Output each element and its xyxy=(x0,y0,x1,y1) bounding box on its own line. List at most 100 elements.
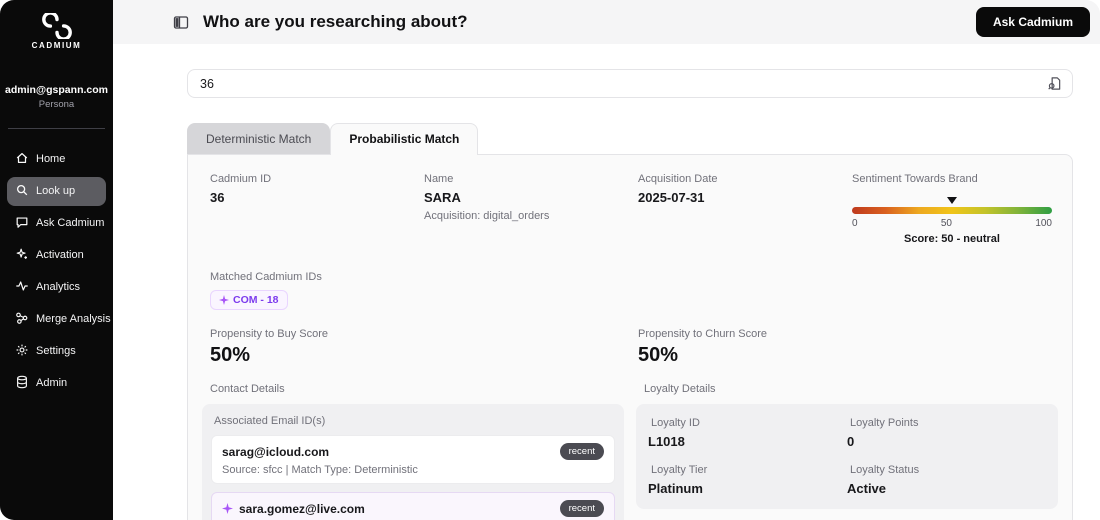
sidebar-item-label: Activation xyxy=(36,249,84,261)
page-title: Who are you researching about? xyxy=(203,12,468,31)
matched-ids-section: Matched Cadmium IDs COM - 18 xyxy=(202,271,1058,310)
tab-deterministic-match[interactable]: Deterministic Match xyxy=(187,123,331,154)
file-search-icon[interactable] xyxy=(1047,76,1062,91)
sidebar-item-label: Ask Cadmium xyxy=(36,217,105,229)
tick-max: 100 xyxy=(1035,218,1052,229)
network-icon xyxy=(15,311,29,328)
sidebar-item-label: Admin xyxy=(36,377,68,389)
field-label: Propensity to Buy Score xyxy=(210,328,329,340)
loyalty-status-field: Loyalty Status Active xyxy=(847,464,1046,496)
sidebar-item-label: Home xyxy=(36,153,66,165)
field-label: Name xyxy=(424,173,454,185)
field-label: Loyalty ID xyxy=(651,417,700,429)
field-label: Loyalty Tier xyxy=(651,464,708,476)
match-tabs: Deterministic Match Probabilistic Match xyxy=(187,123,1073,155)
app-window: CADMIUM admin@gspann.com Persona Home Lo… xyxy=(0,0,1100,520)
brand-name: CADMIUM xyxy=(31,41,82,50)
sparkles-icon xyxy=(15,247,29,264)
sidebar-item-settings[interactable]: Settings xyxy=(7,337,106,366)
contact-details-column: Contact Details Associated Email ID(s) s… xyxy=(202,383,624,520)
loyalty-points-field: Loyalty Points 0 xyxy=(847,417,1046,449)
matched-id-badge[interactable]: COM - 18 xyxy=(210,290,288,310)
propensity-churn-field: Propensity to Churn Score 50% xyxy=(630,328,1058,367)
sidebar-item-ask-cadmium[interactable]: Ask Cadmium xyxy=(7,209,106,238)
sentiment-score-text: Score: 50 - neutral xyxy=(904,233,1000,245)
header: Who are you researching about? Ask Cadmi… xyxy=(113,0,1100,44)
user-role: Persona xyxy=(38,99,75,110)
loyalty-column: Loyalty Details Loyalty ID L1018 Loyalty… xyxy=(636,383,1058,520)
tick-min: 0 xyxy=(852,218,858,229)
sidebar-divider xyxy=(8,128,105,129)
sentiment-gradient-bar xyxy=(852,207,1052,214)
field-label: Sentiment Towards Brand xyxy=(852,173,978,185)
email-entry[interactable]: sarag@icloud.com recent Source: sfcc | M… xyxy=(211,435,615,484)
field-value: 36 xyxy=(210,190,225,205)
cadmium-logo-icon xyxy=(0,13,113,39)
email-address: sara.gomez@live.com xyxy=(239,501,365,516)
sidebar-item-label: Merge Analysis xyxy=(36,313,111,325)
search-box xyxy=(187,69,1073,98)
sidebar: CADMIUM admin@gspann.com Persona Home Lo… xyxy=(0,0,113,520)
tick-mid: 50 xyxy=(940,218,952,229)
match-panel: Cadmium ID 36 Name SARA Acquisition: dig… xyxy=(187,154,1073,520)
sidebar-item-label: Analytics xyxy=(36,281,81,293)
field-value: 50% xyxy=(638,344,679,366)
sentiment-ticks: 0 50 100 xyxy=(852,218,1052,229)
field-label: Loyalty Status xyxy=(850,464,920,476)
field-value: 50% xyxy=(210,344,251,366)
sidebar-item-admin[interactable]: Admin xyxy=(7,369,106,398)
recent-badge: recent xyxy=(559,443,604,460)
loyalty-details-card: Loyalty ID L1018 Loyalty Points 0 Loyalt… xyxy=(636,404,1058,509)
main-area: Who are you researching about? Ask Cadmi… xyxy=(113,0,1100,520)
search-input[interactable] xyxy=(200,76,1047,91)
sidebar-item-label: Settings xyxy=(36,345,76,357)
home-icon xyxy=(15,151,29,168)
tab-probabilistic-match[interactable]: Probabilistic Match xyxy=(330,123,479,155)
sidebar-item-home[interactable]: Home xyxy=(7,145,106,174)
field-value: SARA xyxy=(424,190,461,205)
sparkle-icon xyxy=(219,295,229,305)
contact-details-heading: Contact Details xyxy=(210,383,285,395)
email-address: sarag@icloud.com xyxy=(222,444,330,459)
field-value: L1018 xyxy=(648,434,685,449)
profile-summary-row: Cadmium ID 36 Name SARA Acquisition: dig… xyxy=(202,173,1058,245)
acquisition-source: Acquisition: digital_orders xyxy=(424,210,550,222)
ask-cadmium-button[interactable]: Ask Cadmium xyxy=(975,7,1090,37)
emails-label: Associated Email ID(s) xyxy=(214,415,326,427)
cadmium-id-field: Cadmium ID 36 xyxy=(202,173,416,245)
user-info: admin@gspann.com Persona xyxy=(0,84,113,110)
sentiment-marker xyxy=(947,197,957,204)
field-value: Platinum xyxy=(648,481,703,496)
gear-icon xyxy=(15,343,29,360)
brand-logo: CADMIUM xyxy=(0,0,113,50)
sidebar-item-label: Look up xyxy=(36,185,76,197)
sidebar-nav: Home Look up Ask Cadmium Activation Anal… xyxy=(0,143,113,399)
loyalty-details-heading: Loyalty Details xyxy=(644,383,716,395)
matched-ids-label: Matched Cadmium IDs xyxy=(210,271,322,283)
sidebar-toggle-icon[interactable] xyxy=(173,15,189,30)
chat-icon xyxy=(15,215,29,232)
sparkle-icon xyxy=(222,503,233,514)
email-entry[interactable]: sara.gomez@live.com recent Source: digit… xyxy=(211,492,615,520)
contact-details-card: Associated Email ID(s) sarag@icloud.com … xyxy=(202,404,624,520)
sidebar-item-activation[interactable]: Activation xyxy=(7,241,106,270)
user-email: admin@gspann.com xyxy=(4,84,108,96)
sidebar-item-merge-analysis[interactable]: Merge Analysis xyxy=(7,305,111,334)
detail-sections: Contact Details Associated Email ID(s) s… xyxy=(202,383,1058,520)
sidebar-item-analytics[interactable]: Analytics xyxy=(7,273,106,302)
content: Deterministic Match Probabilistic Match … xyxy=(113,44,1100,520)
field-label: Propensity to Churn Score xyxy=(638,328,768,340)
acquisition-date-field: Acquisition Date 2025-07-31 xyxy=(630,173,844,245)
field-value: 2025-07-31 xyxy=(638,190,705,205)
loyalty-tier-field: Loyalty Tier Platinum xyxy=(648,464,847,496)
propensity-buy-field: Propensity to Buy Score 50% xyxy=(202,328,630,367)
database-icon xyxy=(15,375,29,392)
field-label: Cadmium ID xyxy=(210,173,272,185)
search-icon xyxy=(15,183,29,200)
email-source: Source: sfcc | Match Type: Deterministic xyxy=(222,464,418,476)
propensity-row: Propensity to Buy Score 50% Propensity t… xyxy=(202,328,1058,367)
field-value: 0 xyxy=(847,434,855,449)
sidebar-item-lookup[interactable]: Look up xyxy=(7,176,106,206)
sentiment-widget: Sentiment Towards Brand 0 50 100 Score: … xyxy=(844,173,1058,245)
matched-id-text: COM - 18 xyxy=(233,294,279,306)
